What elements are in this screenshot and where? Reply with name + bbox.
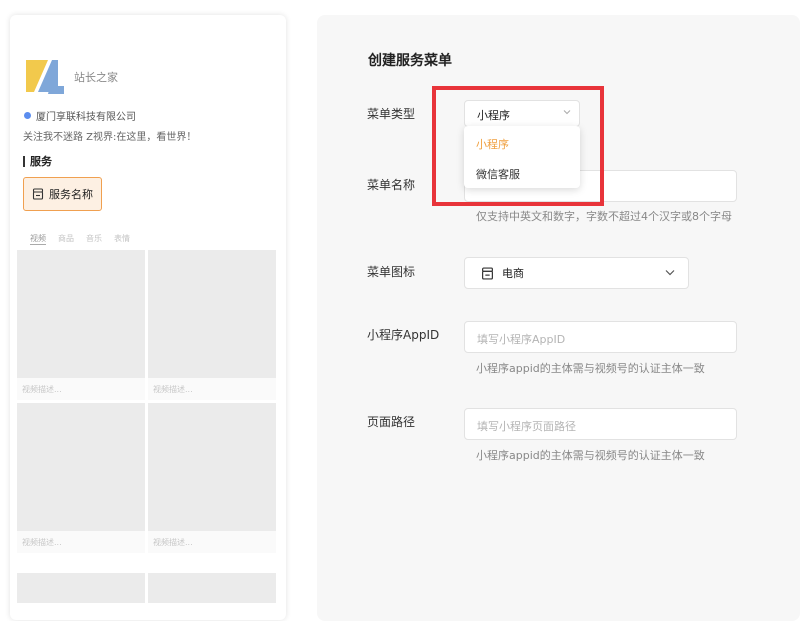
menu-icon-select[interactable]: 电商	[464, 257, 689, 289]
menu-icon-value: 电商	[502, 267, 524, 280]
menu-name-label: 菜单名称	[367, 178, 416, 192]
video-caption: 视频描述...	[148, 531, 276, 553]
video-thumbnail[interactable]	[17, 573, 145, 603]
brand-logo	[26, 60, 64, 94]
form-title: 创建服务菜单	[368, 53, 452, 69]
shop-icon	[482, 266, 493, 280]
profile-slogan: 关注我不迷路 Z视界:在这里，看世界！	[23, 132, 197, 143]
tab-products[interactable]: 商品	[58, 233, 74, 245]
shop-icon	[32, 188, 44, 200]
appid-hint: 小程序appid的主体需与视频号的认证主体一致	[476, 362, 705, 375]
company-name: 厦门享联科技有限公司	[36, 112, 136, 123]
video-caption: 视频描述...	[17, 378, 145, 400]
verified-icon	[24, 112, 31, 119]
page-path-hint: 小程序appid的主体需与视频号的认证主体一致	[476, 449, 705, 462]
brand-name: 站长之家	[74, 71, 118, 84]
video-thumbnail[interactable]	[148, 573, 276, 603]
appid-label: 小程序AppID	[367, 328, 440, 342]
video-thumbnail[interactable]	[17, 250, 145, 378]
tab-stickers[interactable]: 表情	[114, 233, 130, 245]
page-path-input[interactable]: 填写小程序页面路径	[464, 408, 737, 440]
tab-music[interactable]: 音乐	[86, 233, 102, 245]
video-caption: 视频描述...	[17, 531, 145, 553]
annotation-highlight-box	[432, 86, 604, 206]
chevron-down-icon	[665, 270, 675, 276]
menu-icon-label: 菜单图标	[367, 265, 416, 279]
service-name-label: 服务名称	[49, 188, 93, 201]
menu-name-hint: 仅支持中英文和数字，字数不超过4个汉字或8个字母	[476, 210, 732, 223]
video-thumbnail[interactable]	[148, 403, 276, 531]
video-thumbnail[interactable]	[17, 403, 145, 531]
services-heading: 服务	[23, 156, 52, 167]
tab-video[interactable]: 视频	[30, 233, 46, 245]
menu-type-label: 菜单类型	[367, 107, 416, 121]
page-path-label: 页面路径	[367, 415, 416, 429]
company-verification: 厦门享联科技有限公司	[24, 108, 136, 123]
content-tabs: 视频 商品 音乐 表情	[30, 233, 130, 245]
video-thumbnail[interactable]	[148, 250, 276, 378]
service-name-button[interactable]: 服务名称	[23, 177, 102, 211]
profile-preview: 站长之家 厦门享联科技有限公司 关注我不迷路 Z视界:在这里，看世界！ 服务 服…	[10, 15, 286, 620]
appid-input[interactable]: 填写小程序AppID	[464, 321, 737, 353]
video-caption: 视频描述...	[148, 378, 276, 400]
